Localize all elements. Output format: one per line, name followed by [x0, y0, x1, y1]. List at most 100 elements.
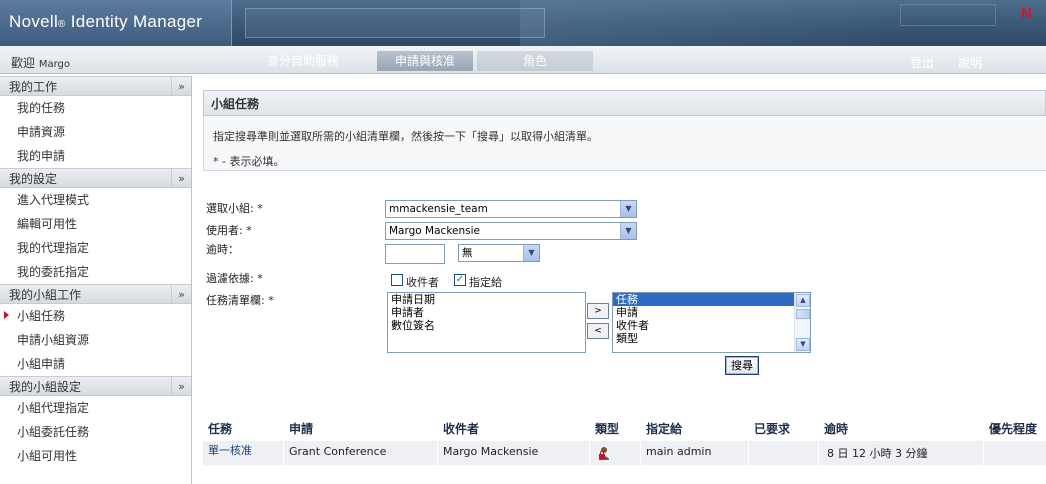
section-title: 小組任務	[203, 90, 1046, 116]
scroll-up-icon[interactable]: ▲	[796, 294, 810, 307]
filter-label: 過濾依據: *	[206, 272, 263, 285]
novell-n-logo-icon: N	[1021, 5, 1032, 22]
scroll-thumb[interactable]	[796, 309, 810, 319]
table-header-overdue[interactable]: 逾時	[824, 420, 848, 437]
sidebar-item-team-proxy-assignments[interactable]: 小組代理指定	[0, 396, 191, 420]
welcome-label: 歡迎	[11, 56, 36, 70]
list-item[interactable]: 申請日期	[388, 293, 585, 306]
overdue-input[interactable]	[385, 244, 445, 264]
sidebar-item-enter-proxy-mode[interactable]: 進入代理模式	[0, 188, 191, 212]
table-cell-request: Grant Conference	[289, 445, 387, 458]
table-header-recipient[interactable]: 收件者	[443, 420, 479, 437]
app-title-brand: Novell	[9, 12, 59, 31]
list-item[interactable]: 申請者	[388, 306, 585, 319]
select-team-label: 選取小組: *	[206, 202, 263, 215]
overdue-unit-select[interactable]: 無 ▼	[458, 244, 540, 262]
registered-mark: ®	[58, 19, 66, 30]
sidebar-group-my-team-settings[interactable]: 我的小組設定 »	[0, 376, 191, 396]
task-link[interactable]: 單一核准	[208, 442, 252, 458]
sidebar-item-my-requests[interactable]: 我的申請	[0, 144, 191, 168]
sidebar-item-my-proxy-assignments[interactable]: 我的代理指定	[0, 236, 191, 260]
tab-identity-self-service[interactable]: 身分自助服務	[233, 51, 373, 71]
table-header-task[interactable]: 任務	[208, 420, 232, 437]
sidebar-group-my-settings[interactable]: 我的設定 »	[0, 168, 191, 188]
sidebar-item-my-delegate-assignments[interactable]: 我的委託指定	[0, 260, 191, 284]
sidebar-item-team-tasks[interactable]: 小組任務	[0, 304, 191, 328]
double-chevron-up-icon[interactable]: »	[171, 285, 191, 304]
banner-decoration	[245, 8, 545, 38]
sidebar-group-title: 我的工作	[9, 80, 58, 94]
tab-requests-approvals[interactable]: 申請與核准	[377, 51, 473, 71]
filter-recipient-checkbox[interactable]	[391, 274, 403, 286]
chevron-down-icon[interactable]: ▼	[523, 245, 539, 261]
sidebar-group-title: 我的設定	[9, 172, 58, 186]
scroll-down-icon[interactable]: ▼	[796, 338, 810, 351]
column-separator	[589, 441, 590, 465]
sidebar-item-team-availability[interactable]: 小組可用性	[0, 444, 191, 468]
sidebar-item-my-tasks[interactable]: 我的任務	[0, 96, 191, 120]
user-select-value: Margo Mackensie	[389, 225, 480, 237]
banner-decoration	[900, 4, 996, 26]
filter-assigned-checkbox[interactable]: ✓	[454, 274, 466, 286]
table-header-assigned-to[interactable]: 指定給	[646, 420, 682, 437]
sidebar: 我的工作 » 我的任務 申請資源 我的申請 我的設定 » 進入代理模式 編輯可用…	[0, 76, 192, 484]
active-arrow-icon	[4, 311, 9, 319]
double-chevron-up-icon[interactable]: »	[171, 77, 191, 96]
sidebar-item-team-delegate-tasks[interactable]: 小組委託任務	[0, 420, 191, 444]
main-content: 小組任務 指定搜尋準則並選取所需的小組清單欄，然後按一下「搜尋」以取得小組清單。…	[203, 90, 1046, 484]
required-note: * - 表示必填。	[213, 155, 285, 168]
sidebar-item-label: 小組任務	[17, 309, 66, 323]
list-item[interactable]: 類型	[613, 332, 810, 345]
columns-label: 任務清單欄: *	[206, 294, 274, 307]
overdue-label: 逾時：	[206, 243, 239, 256]
column-separator	[748, 441, 749, 465]
sidebar-item-team-requests[interactable]: 小組申請	[0, 352, 191, 376]
sidebar-item-request-team-resources[interactable]: 申請小組資源	[0, 328, 191, 352]
selected-columns-list[interactable]: 任務 申請 收件者 類型 ▲ ▼	[612, 292, 811, 353]
list-item[interactable]: 申請	[613, 306, 810, 319]
add-column-button[interactable]: >	[587, 303, 609, 319]
list-scrollbar[interactable]: ▲ ▼	[794, 293, 810, 352]
top-navbar: 歡迎 Margo 身分自助服務 申請與核准 角色 登出 說明	[0, 46, 1046, 74]
sidebar-item-request-resources[interactable]: 申請資源	[0, 120, 191, 144]
double-chevron-up-icon[interactable]: »	[171, 169, 191, 188]
table-header-request[interactable]: 申請	[289, 420, 313, 437]
remove-column-button[interactable]: <	[587, 323, 609, 339]
search-button[interactable]: 搜尋	[725, 356, 759, 375]
sidebar-group-title: 我的小組設定	[9, 380, 82, 394]
team-select[interactable]: mmackensie_team ▼	[385, 200, 637, 218]
filter-assigned-label: 指定給	[469, 276, 502, 289]
column-separator	[283, 441, 284, 465]
welcome-text: 歡迎 Margo	[11, 54, 70, 71]
team-select-value: mmackensie_team	[389, 203, 488, 215]
double-chevron-up-icon[interactable]: »	[171, 377, 191, 396]
table-header-priority[interactable]: 優先程度	[989, 420, 1037, 437]
tab-roles[interactable]: 角色	[477, 51, 593, 71]
user-lock-icon	[599, 447, 609, 460]
column-separator	[640, 441, 641, 465]
instruction-text: 指定搜尋準則並選取所需的小組清單欄，然後按一下「搜尋」以取得小組清單。	[213, 130, 598, 143]
instruction-box: 指定搜尋準則並選取所需的小組清單欄，然後按一下「搜尋」以取得小組清單。 * - …	[203, 116, 1046, 171]
app-title-product: Identity Manager	[65, 12, 203, 31]
list-item-selected[interactable]: 任務	[613, 293, 810, 306]
list-item[interactable]: 收件者	[613, 319, 810, 332]
filter-recipient-label: 收件者	[406, 276, 439, 289]
app-title: Novell® Identity Manager	[9, 12, 202, 32]
banner-logo-area: Novell® Identity Manager	[0, 0, 232, 46]
chevron-down-icon[interactable]: ▼	[620, 201, 636, 217]
help-link[interactable]: 說明	[958, 54, 982, 71]
chevron-down-icon[interactable]: ▼	[620, 223, 636, 239]
list-item[interactable]: 數位簽名	[388, 319, 585, 332]
column-separator	[818, 441, 819, 465]
sidebar-group-my-work[interactable]: 我的工作 »	[0, 76, 191, 96]
sidebar-group-my-team-work[interactable]: 我的小組工作 »	[0, 284, 191, 304]
user-select[interactable]: Margo Mackensie ▼	[385, 222, 637, 240]
table-header-type[interactable]: 類型	[595, 420, 619, 437]
welcome-user-name: Margo	[38, 59, 71, 70]
table-header-requested[interactable]: 已要求	[754, 420, 790, 437]
sidebar-item-edit-availability[interactable]: 編輯可用性	[0, 212, 191, 236]
table-cell-recipient: Margo Mackensie	[443, 445, 539, 458]
column-separator	[983, 441, 984, 465]
logout-link[interactable]: 登出	[910, 54, 934, 71]
available-columns-list[interactable]: 申請日期 申請者 數位簽名	[387, 292, 586, 353]
